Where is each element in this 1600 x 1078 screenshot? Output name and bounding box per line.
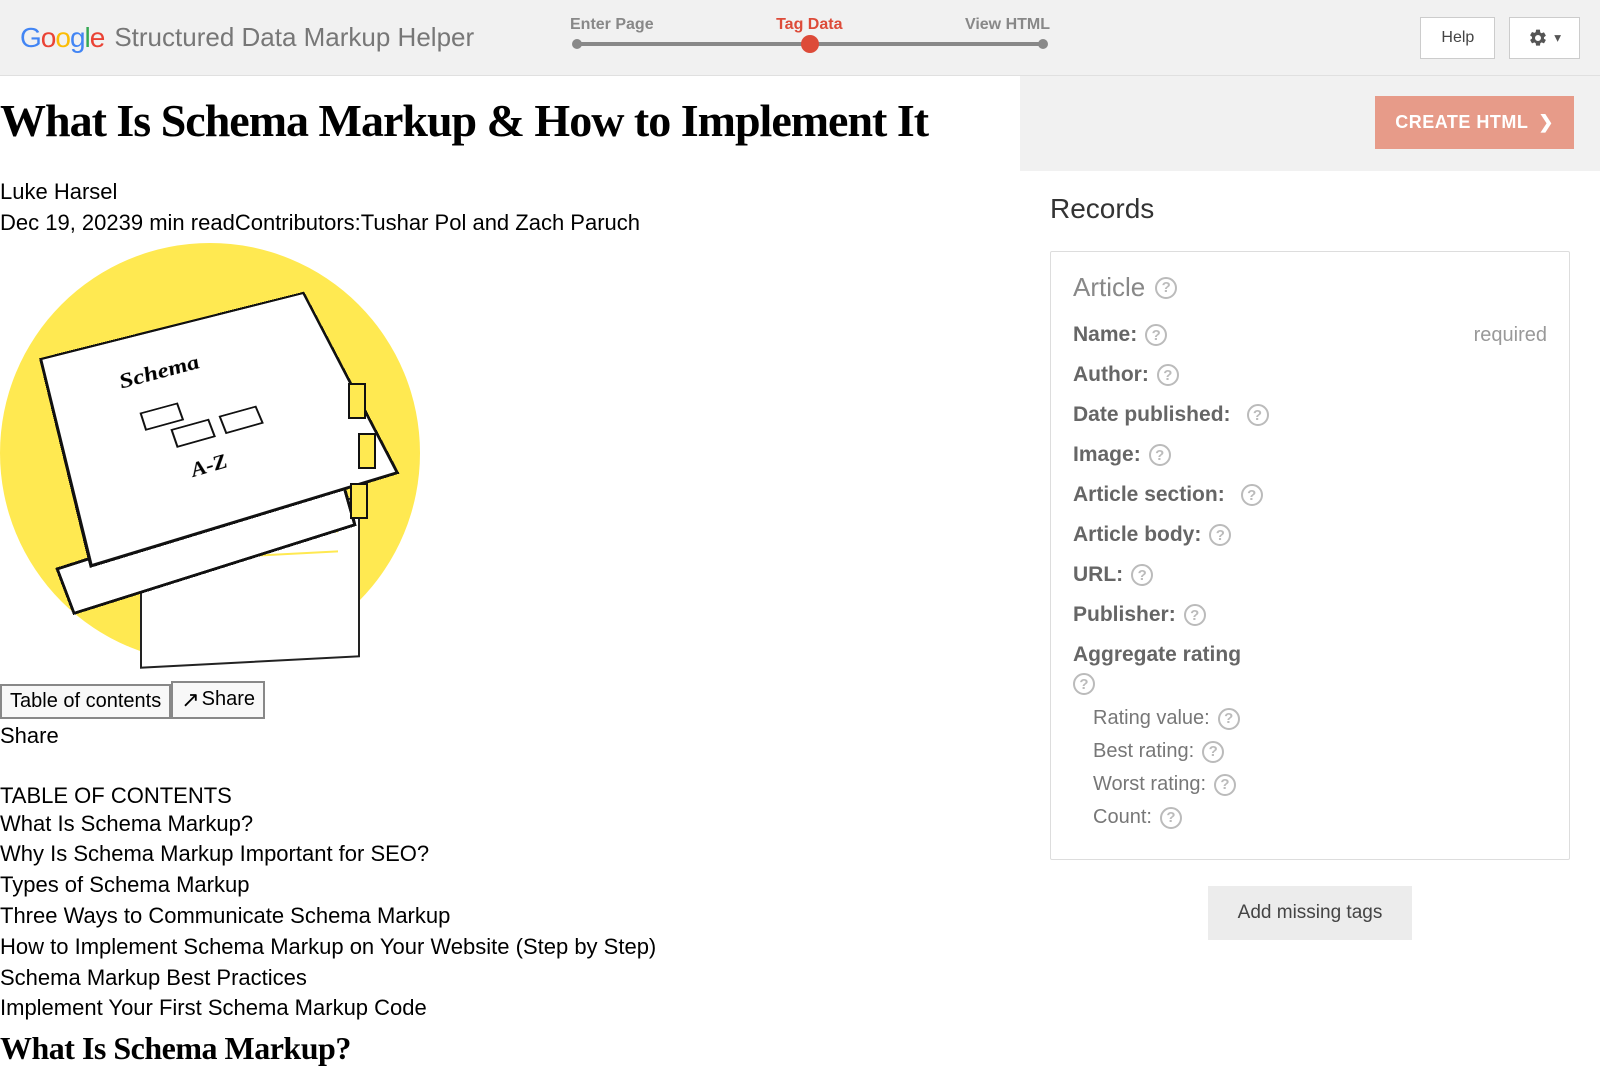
field-best-rating[interactable]: Best rating:? <box>1093 740 1547 763</box>
help-icon[interactable]: ? <box>1131 564 1153 586</box>
body-paragraph: Schema markup, sometimes referred to as … <box>0 1073 1020 1078</box>
field-article-section[interactable]: Article section:? <box>1073 483 1547 507</box>
app-header: Google Structured Data Markup Helper Ent… <box>0 0 1600 76</box>
step-view-html[interactable]: View HTML <box>965 16 1050 34</box>
help-icon[interactable]: ? <box>1218 708 1240 730</box>
toc-item[interactable]: Implement Your First Schema Markup Code <box>0 993 1020 1024</box>
share-button[interactable]: ↗Share <box>171 681 265 719</box>
contributors-label: Contributors: <box>235 210 361 235</box>
help-icon[interactable]: ? <box>1209 524 1231 546</box>
help-icon[interactable]: ? <box>1157 364 1179 386</box>
article-date: Dec 19, 2023 <box>0 210 131 235</box>
article-author: Luke Harsel <box>0 177 1020 208</box>
book-label: Schema <box>116 350 203 393</box>
toc-heading: TABLE OF CONTENTS <box>0 783 1020 809</box>
toc-item[interactable]: Types of Schema Markup <box>0 870 1020 901</box>
records-heading: Records <box>1050 193 1570 225</box>
step-tag-data[interactable]: Tag Data <box>776 16 842 34</box>
help-icon[interactable]: ? <box>1073 673 1095 695</box>
step-dot-3 <box>1038 39 1048 49</box>
contributors: Tushar Pol and Zach Paruch <box>361 210 640 235</box>
create-html-button[interactable]: CREATE HTML ❯ <box>1375 96 1574 149</box>
content-preview-pane[interactable]: What Is Schema Markup & How to Implement… <box>0 76 1020 1078</box>
book-sub: A-Z <box>187 449 231 482</box>
field-worst-rating[interactable]: Worst rating:? <box>1093 773 1547 796</box>
toc-item[interactable]: Why Is Schema Markup Important for SEO? <box>0 839 1020 870</box>
help-icon[interactable]: ? <box>1202 741 1224 763</box>
toc-item[interactable]: What Is Schema Markup? <box>0 809 1020 840</box>
help-icon[interactable]: ? <box>1145 324 1167 346</box>
required-label: required <box>1474 324 1547 347</box>
gear-icon <box>1528 28 1548 48</box>
field-name[interactable]: Name:?required <box>1073 323 1547 347</box>
toc-item[interactable]: Three Ways to Communicate Schema Markup <box>0 901 1020 932</box>
help-icon[interactable]: ? <box>1149 444 1171 466</box>
record-type: Article ? <box>1073 272 1547 303</box>
field-image[interactable]: Image:? <box>1073 443 1547 467</box>
field-publisher[interactable]: Publisher:? <box>1073 603 1547 627</box>
help-icon[interactable]: ? <box>1214 774 1236 796</box>
field-rating-value[interactable]: Rating value:? <box>1093 707 1547 730</box>
share-icon: ↗ <box>181 687 199 713</box>
step-bar <box>576 42 1044 46</box>
help-icon[interactable]: ? <box>1247 404 1269 426</box>
article-meta: Dec 19, 20239 min readContributors:Tusha… <box>0 208 1020 239</box>
field-count[interactable]: Count:? <box>1093 806 1547 829</box>
toc-item[interactable]: How to Implement Schema Markup on Your W… <box>0 932 1020 963</box>
step-enter-page[interactable]: Enter Page <box>570 16 654 34</box>
help-button[interactable]: Help <box>1420 17 1495 59</box>
article-title: What Is Schema Markup & How to Implement… <box>0 94 1020 147</box>
help-icon[interactable]: ? <box>1155 277 1177 299</box>
field-date-published[interactable]: Date published:? <box>1073 403 1547 427</box>
help-icon[interactable]: ? <box>1160 807 1182 829</box>
google-logo: Google <box>20 22 104 54</box>
field-article-body[interactable]: Article body:? <box>1073 523 1547 547</box>
toc-item[interactable]: Schema Markup Best Practices <box>0 963 1020 994</box>
settings-button[interactable]: ▾ <box>1509 17 1580 59</box>
chevron-down-icon: ▾ <box>1554 30 1561 46</box>
field-aggregate-rating: Aggregate rating <box>1073 643 1547 667</box>
record-card: Article ? Name:?required Author:? Date p… <box>1050 251 1570 860</box>
help-icon[interactable]: ? <box>1241 484 1263 506</box>
stepper: Enter Page Tag Data View HTML <box>570 16 1050 46</box>
table-of-contents-button[interactable]: Table of contents <box>0 684 171 719</box>
share-text: Share <box>0 723 1020 749</box>
step-dot-2-active <box>801 35 819 53</box>
logo-area: Google Structured Data Markup Helper <box>20 22 474 54</box>
hero-illustration: Schema A-Z <box>30 253 450 673</box>
add-missing-tags-button[interactable]: Add missing tags <box>1208 886 1413 940</box>
section-heading: What Is Schema Markup? <box>0 1030 1020 1067</box>
side-panel: CREATE HTML ❯ Records Article ? Name:?re… <box>1020 76 1600 1078</box>
app-title: Structured Data Markup Helper <box>114 22 474 53</box>
step-dot-1 <box>572 39 582 49</box>
help-icon[interactable]: ? <box>1184 604 1206 626</box>
article-readtime: 9 min read <box>131 210 235 235</box>
field-url[interactable]: URL:? <box>1073 563 1547 587</box>
toc-list: What Is Schema Markup? Why Is Schema Mar… <box>0 809 1020 1025</box>
chevron-right-icon: ❯ <box>1538 112 1554 133</box>
field-author[interactable]: Author:? <box>1073 363 1547 387</box>
